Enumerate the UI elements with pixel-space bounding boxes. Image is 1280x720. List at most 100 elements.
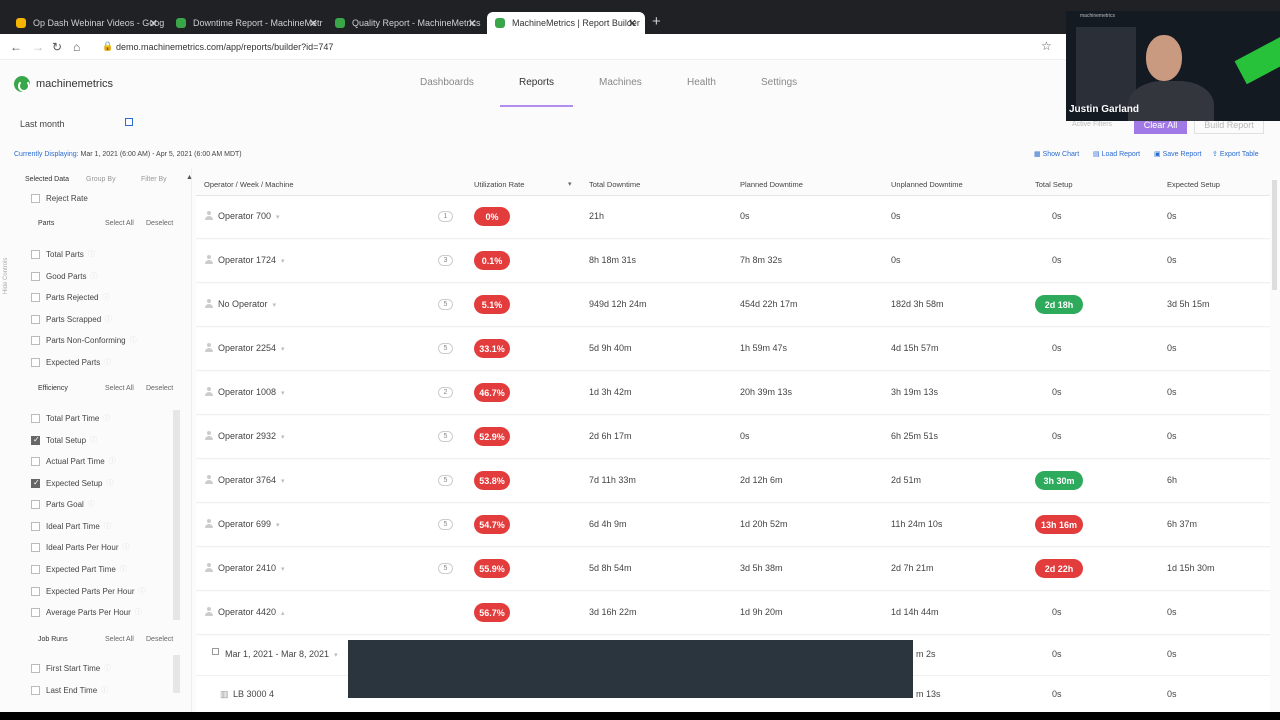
table-row[interactable]: Operator 2254 ▾ 5 33.1% 5d 9h 40m 1h 59m … <box>196 328 1270 371</box>
checkbox-total-setup[interactable]: Total Setupⓘ <box>31 434 97 446</box>
checkbox-expected-setup[interactable]: Expected Setupⓘ <box>31 477 113 489</box>
close-icon[interactable]: ✕ <box>149 17 158 30</box>
checkbox[interactable] <box>31 663 40 673</box>
efficiency-deselect[interactable]: Deselect <box>146 385 173 392</box>
checkbox[interactable] <box>31 193 40 203</box>
checkbox-parts-goal[interactable]: Parts Goal ⓘ <box>31 498 95 510</box>
chevron-down-icon[interactable]: ▾ <box>334 652 338 659</box>
checkbox[interactable] <box>31 456 40 466</box>
checkbox-average-parts-per-hour[interactable]: Average Parts Per Hour ⓘ <box>31 606 142 618</box>
table-row[interactable]: Operator 2932 ▾ 5 52.9% 2d 6h 17m 0s 6h 2… <box>196 416 1270 459</box>
chevron-down-icon[interactable]: ▾ <box>281 566 285 573</box>
checkbox[interactable] <box>31 607 40 617</box>
checkbox-total-parts[interactable]: Total Parts ⓘ <box>31 248 95 260</box>
parts-deselect[interactable]: Deselect <box>146 220 173 227</box>
close-icon[interactable]: ✕ <box>468 17 477 30</box>
table-row[interactable]: Operator 2410 ▾ 5 55.9% 5d 8h 54m 3d 5h 3… <box>196 548 1270 591</box>
checkbox-ideal-parts-per-hour[interactable]: Ideal Parts Per Hour ⓘ <box>31 541 129 553</box>
tab-filter-by[interactable]: Filter By <box>141 176 167 183</box>
checkbox-last-end-time[interactable]: Last End Time ⓘ <box>31 684 108 696</box>
sort-desc-icon[interactable]: ▾ <box>568 180 572 188</box>
operator-name[interactable]: Operator 3764 ▾ <box>218 475 285 485</box>
bookmark-star-icon[interactable]: ☆ <box>1041 39 1052 53</box>
hide-controls-toggle[interactable]: Hide Controls <box>3 258 9 294</box>
checkbox[interactable] <box>31 521 40 531</box>
operator-name[interactable]: Operator 2410 ▾ <box>218 563 285 573</box>
operator-name[interactable]: No Operator ▾ <box>218 299 276 309</box>
tab-group-by[interactable]: Group By <box>86 176 116 183</box>
chevron-down-icon[interactable]: ▾ <box>281 346 285 353</box>
operator-name[interactable]: Operator 699 ▾ <box>218 519 280 529</box>
checkbox[interactable] <box>31 564 40 574</box>
table-row[interactable]: Operator 1724 ▾ 3 0.1% 8h 18m 31s 7h 8m 3… <box>196 240 1270 283</box>
chevron-down-icon[interactable]: ▾ <box>281 434 285 441</box>
chevron-up-icon[interactable]: ▴ <box>281 610 285 617</box>
table-row[interactable]: Operator 700 ▾ 1 0% 21h 0s 0s 0s 0s <box>196 196 1270 239</box>
operator-name[interactable]: Operator 2932 ▾ <box>218 431 285 441</box>
chevron-down-icon[interactable]: ▾ <box>281 258 285 265</box>
checkbox[interactable] <box>31 499 40 509</box>
checkbox-parts-scrapped[interactable]: Parts Scrapped ⓘ <box>31 313 112 325</box>
checkbox[interactable] <box>31 314 40 324</box>
col-header-planned-downtime[interactable]: Planned Downtime <box>740 180 803 189</box>
operator-name[interactable]: Operator 2254 ▾ <box>218 343 285 353</box>
operator-name[interactable]: Operator 700 ▾ <box>218 211 280 221</box>
load-report-button[interactable]: ▤ Load Report <box>1093 150 1140 158</box>
job-runs-select-all[interactable]: Select All <box>105 636 134 643</box>
nav-health[interactable]: Health <box>687 77 716 88</box>
browser-tab-3[interactable]: Quality Report - MachineMetrics ✕ <box>327 12 485 34</box>
checkbox[interactable] <box>31 335 40 345</box>
export-table-button[interactable]: ⇪ Export Table <box>1212 150 1259 158</box>
nav-reports[interactable]: Reports <box>519 77 554 88</box>
browser-tab-2[interactable]: Downtime Report - MachineMetr ✕ <box>168 12 326 34</box>
checkbox-ideal-part-time[interactable]: Ideal Part Time ⓘ <box>31 520 111 532</box>
app-logo[interactable]: machinemetrics <box>14 76 113 92</box>
nav-machines[interactable]: Machines <box>599 77 642 88</box>
browser-tab-1[interactable]: Op Dash Webinar Videos - Goog ✕ <box>8 12 166 34</box>
tab-selected-data[interactable]: Selected Data <box>25 176 69 183</box>
back-arrow-icon[interactable]: ← <box>10 40 22 54</box>
checkbox[interactable] <box>31 542 40 552</box>
checkbox-total-part-time[interactable]: Total Part Time ⓘ <box>31 412 110 424</box>
machine-label[interactable]: LB 3000 4 <box>233 689 274 699</box>
checkbox-actual-part-time[interactable]: Actual Part Time ⓘ <box>31 455 116 467</box>
date-range-select[interactable]: Last month <box>20 119 65 129</box>
chevron-down-icon[interactable]: ▾ <box>276 522 280 529</box>
checkbox-expected-parts[interactable]: Expected Parts ⓘ <box>31 356 111 368</box>
calendar-icon[interactable] <box>125 118 133 126</box>
sidebar-scroll-up-icon[interactable]: ▲ <box>186 174 193 181</box>
chevron-down-icon[interactable]: ▾ <box>281 478 285 485</box>
checkbox[interactable] <box>31 685 40 695</box>
table-row[interactable]: Operator 699 ▾ 5 54.7% 6d 4h 9m 1d 20h 52… <box>196 504 1270 547</box>
new-tab-button[interactable]: + <box>652 13 661 30</box>
operator-name[interactable]: Operator 1724 ▾ <box>218 255 285 265</box>
checkbox-reject-rate[interactable]: Reject Rate <box>31 192 88 204</box>
checkbox[interactable] <box>31 357 40 367</box>
checkbox-checked[interactable] <box>31 478 40 488</box>
checkbox[interactable] <box>31 413 40 423</box>
checkbox[interactable] <box>31 586 40 596</box>
close-icon[interactable]: ✕ <box>309 17 318 30</box>
checkbox-good-parts[interactable]: Good Parts ⓘ <box>31 270 97 282</box>
checkbox-parts-rejected[interactable]: Parts Rejected ⓘ <box>31 291 109 303</box>
checkbox-checked[interactable] <box>31 435 40 445</box>
operator-name[interactable]: Operator 1008 ▾ <box>218 387 285 397</box>
table-scrollbar[interactable] <box>1272 180 1277 290</box>
close-icon[interactable]: ✕ <box>628 17 637 30</box>
show-chart-button[interactable]: ▦ Show Chart <box>1034 150 1079 158</box>
checkbox[interactable] <box>31 249 40 259</box>
operator-name[interactable]: Operator 4420 ▴ <box>218 607 285 617</box>
col-header-operator[interactable]: Operator / Week / Machine <box>204 180 293 189</box>
checkbox-parts-non-conforming[interactable]: Parts Non-Conforming ⓘ <box>31 334 137 346</box>
nav-dashboards[interactable]: Dashboards <box>420 77 474 88</box>
checkbox[interactable] <box>31 271 40 281</box>
checkbox-first-start-time[interactable]: First Start Time ⓘ <box>31 662 111 674</box>
checkbox-expected-part-time[interactable]: Expected Part Time ⓘ <box>31 563 127 575</box>
sidebar-scrollbar[interactable] <box>173 410 180 620</box>
reload-icon[interactable]: ↻ <box>52 40 62 54</box>
col-header-total-setup[interactable]: Total Setup <box>1035 180 1073 189</box>
sidebar-scrollbar-lower[interactable] <box>173 655 180 693</box>
col-header-total-downtime[interactable]: Total Downtime <box>589 180 640 189</box>
checkbox[interactable] <box>31 292 40 302</box>
col-header-unplanned-downtime[interactable]: Unplanned Downtime <box>891 180 963 189</box>
